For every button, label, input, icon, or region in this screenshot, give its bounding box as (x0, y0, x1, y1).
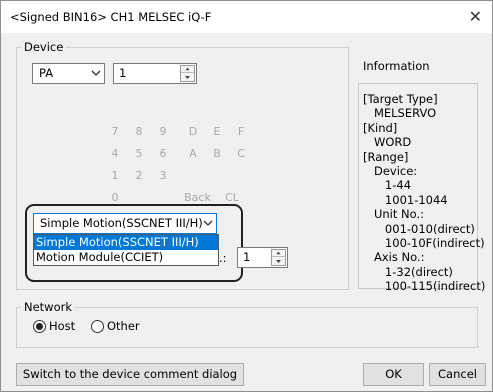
info-line: 001-010(direct) (363, 221, 475, 236)
switch-to-device-comment-button[interactable]: Switch to the device comment dialog (16, 363, 244, 386)
spin-up-icon[interactable] (272, 250, 285, 257)
cancel-button[interactable]: Cancel (429, 363, 486, 386)
info-line: 100-115(indirect) (363, 279, 486, 294)
key-7[interactable]: 7 (105, 122, 125, 141)
network-group (16, 307, 478, 348)
unit-label-tail: .: (219, 251, 227, 265)
chevron-down-icon (91, 70, 101, 76)
info-line: 1-32(direct) (363, 264, 453, 279)
key-c[interactable]: C (231, 144, 251, 163)
key-9[interactable]: 9 (153, 122, 173, 141)
spin-down-icon[interactable] (181, 74, 194, 81)
info-line: Axis No.: (363, 250, 425, 265)
info-line: Device: (363, 164, 418, 179)
module-type-dropdown-list: Simple Motion(SSCNET III/H) Motion Modul… (33, 234, 219, 266)
device-type-value: PA (39, 66, 54, 80)
info-line: 100-10F(indirect) (363, 236, 485, 251)
key-2[interactable]: 2 (129, 166, 149, 185)
key-3[interactable]: 3 (153, 166, 173, 185)
info-line: MELSERVO (363, 106, 437, 121)
dropdown-option-motion-module[interactable]: Motion Module(CCIET) (34, 250, 218, 265)
information-panel: [Target Type] MELSERVO [Kind] WORD [Range]… (358, 83, 485, 293)
key-8[interactable]: 8 (129, 122, 149, 141)
network-group-label: Network (21, 300, 76, 314)
info-line: [Kind] (363, 120, 398, 135)
module-type-combo[interactable]: Simple Motion(SSCNET III/H) (33, 213, 217, 234)
device-type-combo[interactable]: PA (32, 63, 105, 84)
device-number-spinner[interactable] (180, 65, 195, 82)
key-5[interactable]: 5 (129, 144, 149, 163)
information-label: Information (363, 59, 430, 73)
key-a[interactable]: A (183, 144, 203, 163)
key-e[interactable]: E (207, 122, 227, 141)
device-group-label: Device (21, 40, 67, 54)
key-4[interactable]: 4 (105, 144, 125, 163)
info-line: Unit No.: (363, 207, 424, 222)
info-line: [Target Type] (363, 92, 438, 106)
radio-selected-dot (36, 323, 43, 330)
close-icon[interactable]: ✕ (469, 7, 482, 26)
device-number-value: 1 (119, 66, 127, 80)
title-bar: <Signed BIN16> CH1 MELSEC iQ-F ✕ (1, 1, 492, 33)
host-radio[interactable] (33, 320, 46, 333)
other-radio[interactable] (91, 320, 104, 333)
dropdown-option-simple-motion[interactable]: Simple Motion(SSCNET III/H) (34, 235, 218, 250)
dialog-window: <Signed BIN16> CH1 MELSEC iQ-F ✕ Device … (0, 0, 493, 392)
info-line: 1001-1044 (363, 192, 448, 207)
key-f[interactable]: F (231, 122, 251, 141)
info-line: [Range] (363, 149, 409, 164)
key-b[interactable]: B (207, 144, 227, 163)
other-radio-label[interactable]: Other (107, 319, 140, 333)
unit-number-spinner[interactable] (271, 249, 286, 266)
info-line: 1-44 (363, 178, 412, 193)
unit-number-value: 1 (243, 250, 251, 264)
ok-button[interactable]: OK (363, 363, 424, 386)
chevron-down-icon (203, 220, 213, 226)
key-1[interactable]: 1 (105, 166, 125, 185)
key-d[interactable]: D (183, 122, 203, 141)
module-type-value: Simple Motion(SSCNET III/H) (40, 216, 203, 230)
spin-down-icon[interactable] (272, 258, 285, 265)
info-line: WORD (363, 135, 412, 150)
host-radio-label[interactable]: Host (49, 319, 75, 333)
window-title: <Signed BIN16> CH1 MELSEC iQ-F (10, 10, 212, 24)
spin-up-icon[interactable] (181, 66, 194, 73)
key-6[interactable]: 6 (153, 144, 173, 163)
